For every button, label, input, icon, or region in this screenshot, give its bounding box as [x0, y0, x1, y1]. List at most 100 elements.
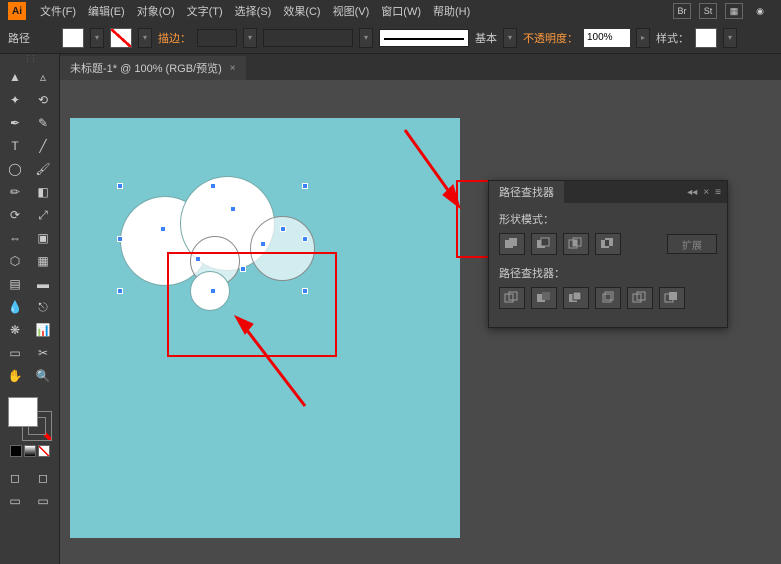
menu-edit[interactable]: 编辑(E) [82, 3, 131, 19]
outline-button[interactable] [627, 287, 653, 309]
panel-collapse-icon[interactable]: ◂◂ [687, 187, 697, 198]
menu-window[interactable]: 窗口(W) [375, 3, 427, 19]
draw-mode-normal[interactable]: ◻ [2, 467, 28, 489]
paintbrush-tool[interactable]: 🖌 [30, 158, 56, 180]
trim-button[interactable] [531, 287, 557, 309]
bridge-icon[interactable]: Br [673, 3, 691, 19]
free-transform-tool[interactable]: ▣ [30, 227, 56, 249]
menu-select[interactable]: 选择(S) [229, 3, 278, 19]
column-graph-tool[interactable]: 📊 [30, 319, 56, 341]
stock-icon[interactable]: St [699, 3, 717, 19]
stroke-swatch[interactable] [110, 28, 132, 48]
artboard-tool[interactable]: ▭ [2, 342, 28, 364]
pencil-tool[interactable]: ✏ [2, 181, 28, 203]
style-swatch[interactable] [695, 28, 717, 48]
merge-button[interactable] [563, 287, 589, 309]
brush-dropdown[interactable]: ▾ [503, 28, 517, 48]
control-bar: 路径 ▾ ▾ 描边： ▾ ▾ 基本 ▾ 不透明度： 100% ▸ 样式： ▾ [0, 22, 781, 54]
variable-width-profile[interactable] [263, 29, 353, 47]
lasso-tool[interactable]: ⟲ [30, 89, 56, 111]
shape-builder-tool[interactable]: ⬡ [2, 250, 28, 272]
magic-wand-tool[interactable]: ✦ [2, 89, 28, 111]
stroke-weight-dropdown[interactable]: ▾ [243, 28, 257, 48]
blend-tool[interactable]: ⎋ [30, 296, 56, 318]
color-mode-icon[interactable] [10, 445, 22, 457]
unite-button[interactable] [499, 233, 525, 255]
pathfinder-panel: 路径查找器 ◂◂ × ≡ 形状模式： 扩展 路径查找器： [488, 180, 728, 328]
selection-handle[interactable] [117, 236, 123, 242]
document-tab[interactable]: 未标题-1* @ 100% (RGB/预览) × [60, 56, 246, 80]
style-label: 样式： [656, 30, 689, 46]
minus-front-button[interactable] [531, 233, 557, 255]
exclude-button[interactable] [595, 233, 621, 255]
document-tab-bar: 未标题-1* @ 100% (RGB/预览) × [0, 54, 781, 80]
shape-modes-label: 形状模式： [499, 211, 717, 227]
anchor-point[interactable] [160, 226, 166, 232]
gradient-tool[interactable]: ▬ [30, 273, 56, 295]
menu-type[interactable]: 文字(T) [181, 3, 229, 19]
document-tab-close-icon[interactable]: × [230, 63, 236, 74]
symbol-sprayer-tool[interactable]: ❋ [2, 319, 28, 341]
zoom-tool[interactable]: 🔍 [30, 365, 56, 387]
scale-tool[interactable]: ⤢ [30, 204, 56, 226]
app-logo-icon: Ai [8, 2, 26, 20]
anchor-point[interactable] [280, 226, 286, 232]
pen-tool[interactable]: ✒ [2, 112, 28, 134]
profile-dropdown[interactable]: ▾ [359, 28, 373, 48]
selection-handle[interactable] [117, 183, 123, 189]
stroke-weight-input[interactable] [197, 29, 237, 47]
divide-button[interactable] [499, 287, 525, 309]
screen-mode[interactable]: ▭ [2, 490, 28, 512]
sync-icon[interactable]: ◉ [751, 3, 769, 19]
type-tool[interactable]: T [2, 135, 28, 157]
line-tool[interactable]: ╱ [30, 135, 56, 157]
panel-tab-pathfinder[interactable]: 路径查找器 [489, 181, 564, 203]
annotation-arrow [395, 120, 475, 220]
menu-object[interactable]: 对象(O) [131, 3, 181, 19]
selection-tool[interactable]: ▲ [2, 66, 28, 88]
brush-definition[interactable] [379, 29, 469, 47]
menu-file[interactable]: 文件(F) [34, 3, 82, 19]
stroke-label: 描边： [158, 30, 191, 46]
selection-handle[interactable] [302, 183, 308, 189]
panel-menu-icon[interactable]: ≡ [715, 187, 721, 198]
menu-view[interactable]: 视图(V) [327, 3, 376, 19]
arrange-icon[interactable]: ▦ [725, 3, 743, 19]
opacity-dropdown[interactable]: ▸ [636, 28, 650, 48]
anchor-point[interactable] [260, 241, 266, 247]
eraser-tool[interactable]: ◧ [30, 181, 56, 203]
fill-dropdown[interactable]: ▾ [90, 28, 104, 48]
toolbox-handle[interactable] [0, 54, 59, 62]
none-mode-icon[interactable] [38, 445, 50, 457]
menu-effect[interactable]: 效果(C) [277, 3, 326, 19]
minus-back-button[interactable] [659, 287, 685, 309]
perspective-tool[interactable]: ▦ [30, 250, 56, 272]
anchor-point[interactable] [230, 206, 236, 212]
opacity-input[interactable]: 100% [584, 29, 630, 47]
draw-mode-behind[interactable]: ◻ [30, 467, 56, 489]
panel-close-icon[interactable]: × [703, 187, 709, 198]
screen-mode-2[interactable]: ▭ [30, 490, 56, 512]
rotate-tool[interactable]: ⟳ [2, 204, 28, 226]
intersect-button[interactable] [563, 233, 589, 255]
direct-selection-tool[interactable]: ▵ [30, 66, 56, 88]
fill-swatch[interactable] [62, 28, 84, 48]
selection-handle[interactable] [210, 183, 216, 189]
selection-handle[interactable] [117, 288, 123, 294]
gradient-mode-icon[interactable] [24, 445, 36, 457]
crop-button[interactable] [595, 287, 621, 309]
expand-button[interactable]: 扩展 [667, 234, 717, 254]
eyedropper-tool[interactable]: 💧 [2, 296, 28, 318]
fill-color-box[interactable] [8, 397, 38, 427]
mesh-tool[interactable]: ▤ [2, 273, 28, 295]
stroke-dropdown[interactable]: ▾ [138, 28, 152, 48]
ellipse-tool[interactable]: ◯ [2, 158, 28, 180]
curvature-tool[interactable]: ✎ [30, 112, 56, 134]
hand-tool[interactable]: ✋ [2, 365, 28, 387]
style-dropdown[interactable]: ▾ [723, 28, 737, 48]
slice-tool[interactable]: ✂ [30, 342, 56, 364]
menu-help[interactable]: 帮助(H) [427, 3, 476, 19]
width-tool[interactable]: ⇔ [2, 227, 28, 249]
selection-handle[interactable] [302, 236, 308, 242]
pathfinders-label: 路径查找器： [499, 265, 717, 281]
